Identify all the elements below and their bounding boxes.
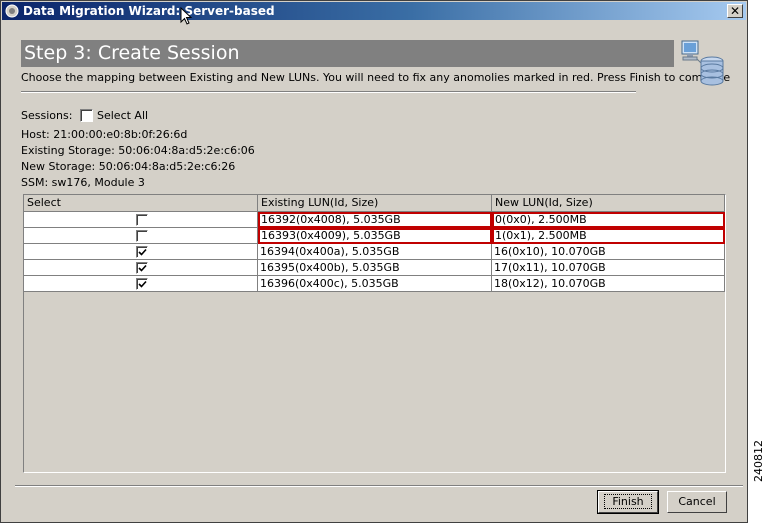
new-lun-cell[interactable]: 16(0x10), 10.070GB — [492, 244, 725, 260]
new-storage-info: New Storage: 50:06:04:8a:d5:2e:c6:26 — [21, 160, 236, 173]
existing-storage-info: Existing Storage: 50:06:04:8a:d5:2e:c6:0… — [21, 144, 255, 157]
host-info: Host: 21:00:00:e0:8b:0f:26:6d — [21, 128, 188, 141]
checkmark-icon — [137, 280, 147, 288]
table-row[interactable]: 16395(0x400b), 5.035GB 17(0x11), 10.070GB — [24, 260, 725, 276]
wizard-window: Data Migration Wizard: Server-based ✕ St… — [0, 0, 748, 523]
new-lun-cell[interactable]: 1(0x1), 2.500MB — [492, 228, 725, 244]
table-row[interactable]: 16392(0x4008), 5.035GB 0(0x0), 2.500MB — [24, 212, 725, 228]
select-cell[interactable] — [24, 260, 258, 276]
column-header-select[interactable]: Select — [24, 195, 258, 212]
ssm-info: SSM: sw176, Module 3 — [21, 176, 145, 189]
close-icon: ✕ — [729, 4, 741, 18]
checkmark-icon — [137, 264, 147, 272]
new-lun-cell[interactable]: 18(0x12), 10.070GB — [492, 276, 725, 292]
table-header: Select Existing LUN(Id, Size) New LUN(Id… — [24, 195, 725, 212]
select-cell[interactable] — [24, 276, 258, 292]
finish-label: Finish — [604, 494, 652, 509]
select-all-checkbox[interactable]: Select All — [80, 109, 148, 122]
row-select-checkbox[interactable] — [135, 213, 148, 226]
footer-separator — [15, 485, 743, 487]
sessions-label: Sessions: — [21, 109, 73, 122]
table-row[interactable]: 16396(0x400c), 5.035GB 18(0x12), 10.070GB — [24, 276, 725, 292]
row-select-checkbox[interactable] — [135, 245, 148, 258]
row-select-checkbox[interactable] — [135, 261, 148, 274]
title-bar[interactable]: Data Migration Wizard: Server-based ✕ — [2, 2, 746, 20]
step-description: Choose the mapping between Existing and … — [21, 71, 731, 84]
new-lun-cell[interactable]: 17(0x11), 10.070GB — [492, 260, 725, 276]
row-select-checkbox[interactable] — [135, 229, 148, 242]
existing-lun-cell[interactable]: 16394(0x400a), 5.035GB — [258, 244, 492, 260]
app-icon — [5, 4, 19, 18]
mouse-cursor-icon — [180, 7, 192, 25]
row-select-checkbox[interactable] — [135, 277, 148, 290]
header-separator — [21, 91, 636, 93]
existing-lun-cell[interactable]: 16396(0x400c), 5.035GB — [258, 276, 492, 292]
select-cell[interactable] — [24, 244, 258, 260]
step-banner: Step 3: Create Session — [21, 40, 674, 67]
server-storage-icon — [681, 40, 724, 86]
finish-button[interactable]: Finish — [597, 490, 659, 514]
step-title: Step 3: Create Session — [24, 42, 240, 64]
select-cell[interactable] — [24, 228, 258, 244]
figure-number: 240812 — [752, 440, 764, 482]
window-title: Data Migration Wizard: Server-based — [23, 4, 275, 18]
column-header-existing-lun[interactable]: Existing LUN(Id, Size) — [258, 195, 492, 212]
close-button[interactable]: ✕ — [727, 4, 743, 18]
table-row[interactable]: 16394(0x400a), 5.035GB 16(0x10), 10.070GB — [24, 244, 725, 260]
column-header-new-lun[interactable]: New LUN(Id, Size) — [492, 195, 725, 212]
existing-lun-cell[interactable]: 16393(0x4009), 5.035GB — [258, 228, 492, 244]
checkmark-icon — [137, 248, 147, 256]
existing-lun-cell[interactable]: 16392(0x4008), 5.035GB — [258, 212, 492, 228]
select-all-label: Select All — [97, 109, 149, 122]
checkbox-box[interactable] — [80, 109, 93, 122]
new-lun-cell[interactable]: 0(0x0), 2.500MB — [492, 212, 725, 228]
cancel-button[interactable]: Cancel — [667, 491, 727, 513]
table-row[interactable]: 16393(0x4009), 5.035GB 1(0x1), 2.500MB — [24, 228, 725, 244]
select-cell[interactable] — [24, 212, 258, 228]
existing-lun-cell[interactable]: 16395(0x400b), 5.035GB — [258, 260, 492, 276]
lun-mapping-table: Select Existing LUN(Id, Size) New LUN(Id… — [23, 194, 726, 473]
